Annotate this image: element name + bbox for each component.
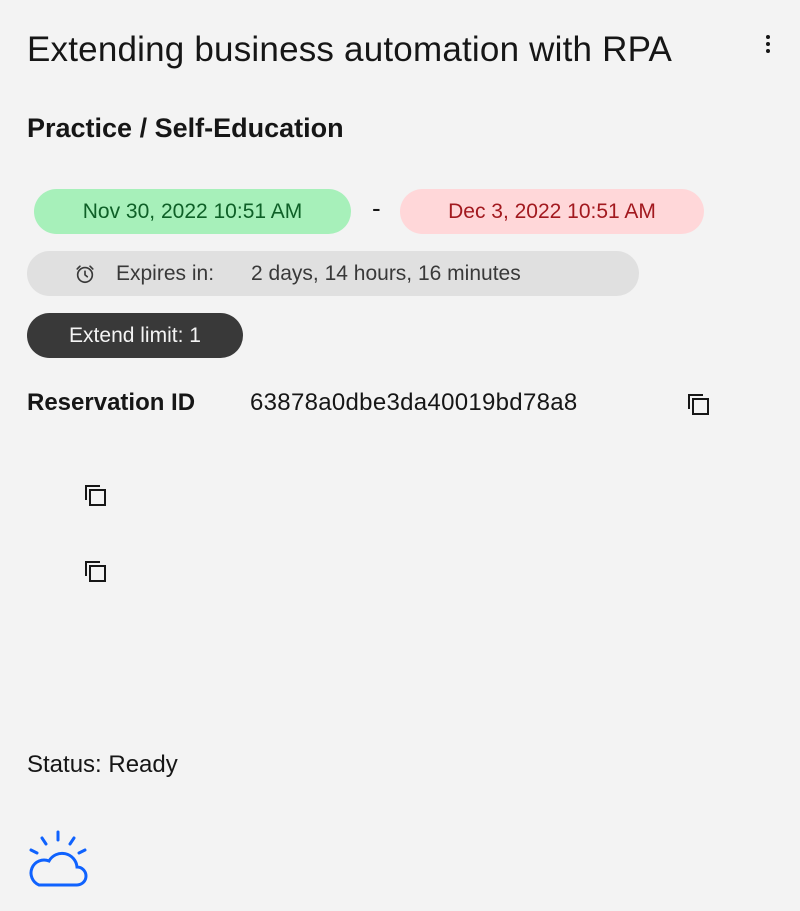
expires-tag: Expires in: 2 days, 14 hours, 16 minutes <box>27 251 639 296</box>
copy-icon <box>85 485 106 506</box>
end-date-tag: Dec 3, 2022 10:51 AM <box>400 189 704 234</box>
start-date-tag: Nov 30, 2022 10:51 AM <box>34 189 351 234</box>
card-subtitle: Practice / Self-Education <box>27 113 344 143</box>
copy-button-3[interactable] <box>79 555 111 587</box>
ibm-cloud-icon <box>29 830 88 887</box>
copy-reservation-id-button[interactable] <box>682 388 714 420</box>
overflow-menu-icon <box>766 35 770 39</box>
status-text: Status: Ready <box>27 751 178 778</box>
reservation-card: Extending business automation with RPA P… <box>0 0 800 911</box>
expires-value: 2 days, 14 hours, 16 minutes <box>251 261 521 285</box>
copy-icon <box>688 394 709 415</box>
overflow-menu-button[interactable] <box>752 28 784 60</box>
copy-icon <box>85 561 106 582</box>
card-title: Extending business automation with RPA <box>27 30 673 69</box>
copy-button-2[interactable] <box>79 479 111 511</box>
reservation-id-value: 63878a0dbe3da40019bd78a8 <box>250 389 578 416</box>
alarm-clock-icon <box>76 264 94 283</box>
reservation-id-label: Reservation ID <box>27 389 196 416</box>
extend-limit-tag: Extend limit: 1 <box>27 313 243 358</box>
date-separator: - <box>372 193 381 223</box>
expires-label: Expires in: <box>116 261 215 285</box>
